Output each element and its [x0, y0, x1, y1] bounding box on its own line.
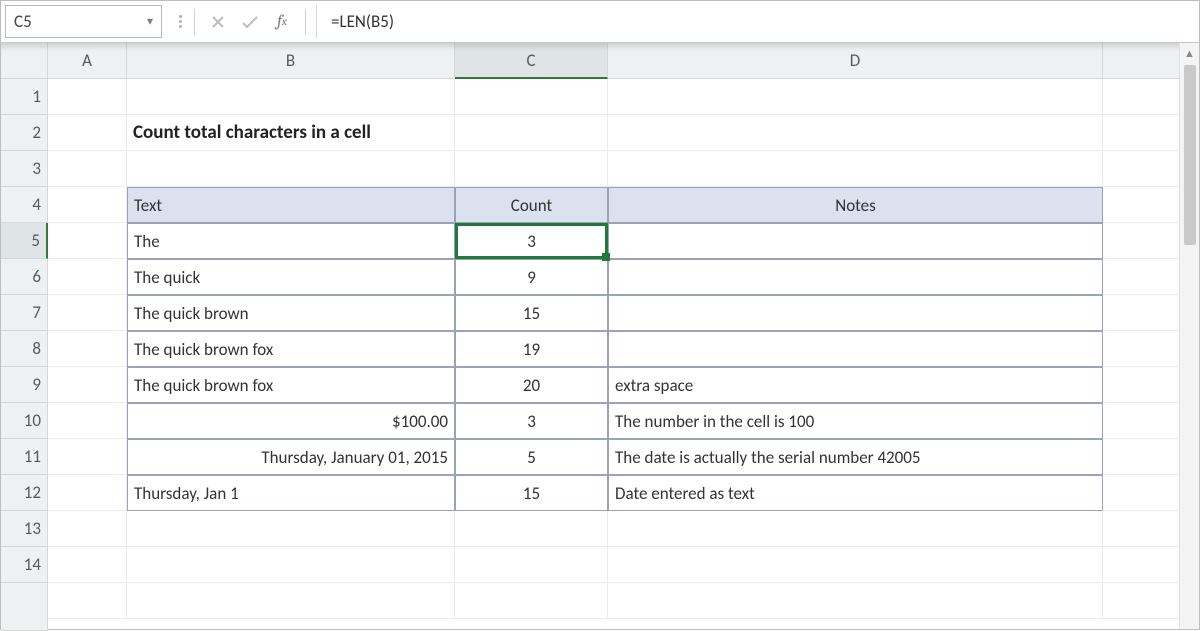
row-header-9[interactable]: 9 — [1, 367, 48, 403]
cell-C10[interactable]: 3 — [455, 403, 608, 439]
worksheet[interactable]: A B C D 1 2 Count total characters in a … — [1, 43, 1199, 629]
drag-handle-icon — [176, 8, 186, 36]
col-header-C[interactable]: C — [455, 43, 608, 79]
cell-D1[interactable] — [608, 79, 1103, 115]
row-header-2[interactable]: 2 — [1, 115, 48, 151]
name-box-value: C5 — [14, 11, 147, 32]
cell-D11[interactable]: The date is actually the serial number 4… — [608, 439, 1103, 475]
cell-A9[interactable] — [48, 367, 127, 403]
row-header-15[interactable] — [1, 583, 48, 631]
row-header-12[interactable]: 12 — [1, 475, 48, 511]
cell-D7[interactable] — [608, 295, 1103, 331]
cell-B9[interactable]: The quick brown fox — [127, 367, 455, 403]
row-header-13[interactable]: 13 — [1, 511, 48, 547]
vertical-scrollbar[interactable]: ▲ — [1179, 43, 1199, 629]
cell-D13[interactable] — [608, 511, 1103, 547]
select-all-corner[interactable] — [1, 43, 48, 79]
cell-A5[interactable] — [48, 223, 127, 259]
cell-C5[interactable]: 3 — [455, 223, 608, 259]
formula-input[interactable]: =LEN(B5) — [316, 5, 1199, 38]
cell-A4[interactable] — [48, 187, 127, 223]
cell-C14[interactable] — [455, 547, 608, 583]
cell-C3[interactable] — [455, 151, 608, 187]
cell-D6[interactable] — [608, 259, 1103, 295]
cell-C6[interactable]: 9 — [455, 259, 608, 295]
row-header-1[interactable]: 1 — [1, 79, 48, 115]
enter-formula-button[interactable] — [235, 7, 265, 37]
cell-C2[interactable] — [455, 115, 608, 151]
formula-bar: C5 ▾ fx =LEN(B5) — [1, 1, 1199, 43]
cell-A15[interactable] — [48, 583, 127, 619]
row-header-4[interactable]: 4 — [1, 187, 48, 223]
row-header-14[interactable]: 14 — [1, 547, 48, 583]
cell-D10[interactable]: The number in the cell is 100 — [608, 403, 1103, 439]
col-header-B[interactable]: B — [127, 43, 455, 79]
formula-bar-controls: fx — [162, 1, 316, 42]
cell-A2[interactable] — [48, 115, 127, 151]
row-header-5[interactable]: 5 — [1, 223, 48, 259]
cell-B12[interactable]: Thursday, Jan 1 — [127, 475, 455, 511]
cell-B2[interactable]: Count total characters in a cell — [127, 115, 455, 151]
cell-A12[interactable] — [48, 475, 127, 511]
row-header-8[interactable]: 8 — [1, 331, 48, 367]
row-header-10[interactable]: 10 — [1, 403, 48, 439]
row-header-3[interactable]: 3 — [1, 151, 48, 187]
cell-C13[interactable] — [455, 511, 608, 547]
cell-A8[interactable] — [48, 331, 127, 367]
cell-A13[interactable] — [48, 511, 127, 547]
cell-A10[interactable] — [48, 403, 127, 439]
col-header-D[interactable]: D — [608, 43, 1103, 79]
row-header-6[interactable]: 6 — [1, 259, 48, 295]
cell-A14[interactable] — [48, 547, 127, 583]
title-text: Count total characters in a cell — [133, 121, 371, 144]
excel-window: C5 ▾ fx =LEN(B5) A B C D 1 — [0, 0, 1200, 630]
row-header-11[interactable]: 11 — [1, 439, 48, 475]
cell-D15[interactable] — [608, 583, 1103, 619]
cell-B6[interactable]: The quick — [127, 259, 455, 295]
table-header-text[interactable]: Text — [127, 187, 455, 223]
cell-C12[interactable]: 15 — [455, 475, 608, 511]
cell-D9[interactable]: extra space — [608, 367, 1103, 403]
table-header-notes[interactable]: Notes — [608, 187, 1103, 223]
formula-text: =LEN(B5) — [331, 11, 394, 32]
cell-D5[interactable] — [608, 223, 1103, 259]
cell-D12[interactable]: Date entered as text — [608, 475, 1103, 511]
cell-B5[interactable]: The — [127, 223, 455, 259]
insert-function-button[interactable]: fx — [267, 7, 297, 37]
cell-B15[interactable] — [127, 583, 455, 619]
cell-B8[interactable]: The quick brown fox — [127, 331, 455, 367]
cell-A3[interactable] — [48, 151, 127, 187]
cell-B13[interactable] — [127, 511, 455, 547]
cell-D14[interactable] — [608, 547, 1103, 583]
cell-A1[interactable] — [48, 79, 127, 115]
separator — [194, 9, 195, 35]
cell-B3[interactable] — [127, 151, 455, 187]
col-header-A[interactable]: A — [48, 43, 127, 79]
scroll-thumb[interactable] — [1184, 65, 1196, 245]
cancel-formula-button[interactable] — [203, 7, 233, 37]
cell-A11[interactable] — [48, 439, 127, 475]
cell-D8[interactable] — [608, 331, 1103, 367]
scroll-up-icon[interactable]: ▲ — [1180, 43, 1199, 63]
name-box-dropdown-icon[interactable]: ▾ — [147, 14, 153, 29]
cell-A7[interactable] — [48, 295, 127, 331]
cell-C7[interactable]: 15 — [455, 295, 608, 331]
cell-C1[interactable] — [455, 79, 608, 115]
cell-B14[interactable] — [127, 547, 455, 583]
cell-C15[interactable] — [455, 583, 608, 619]
cell-D2[interactable] — [608, 115, 1103, 151]
name-box[interactable]: C5 ▾ — [5, 5, 162, 38]
cell-C9[interactable]: 20 — [455, 367, 608, 403]
separator — [305, 9, 306, 35]
cell-B10[interactable]: $100.00 — [127, 403, 455, 439]
row-header-7[interactable]: 7 — [1, 295, 48, 331]
cell-B11[interactable]: Thursday, January 01, 2015 — [127, 439, 455, 475]
cell-C8[interactable]: 19 — [455, 331, 608, 367]
cell-D3[interactable] — [608, 151, 1103, 187]
cell-A6[interactable] — [48, 259, 127, 295]
cell-B7[interactable]: The quick brown — [127, 295, 455, 331]
cell-C11[interactable]: 5 — [455, 439, 608, 475]
cell-B1[interactable] — [127, 79, 455, 115]
table-header-count[interactable]: Count — [455, 187, 608, 223]
